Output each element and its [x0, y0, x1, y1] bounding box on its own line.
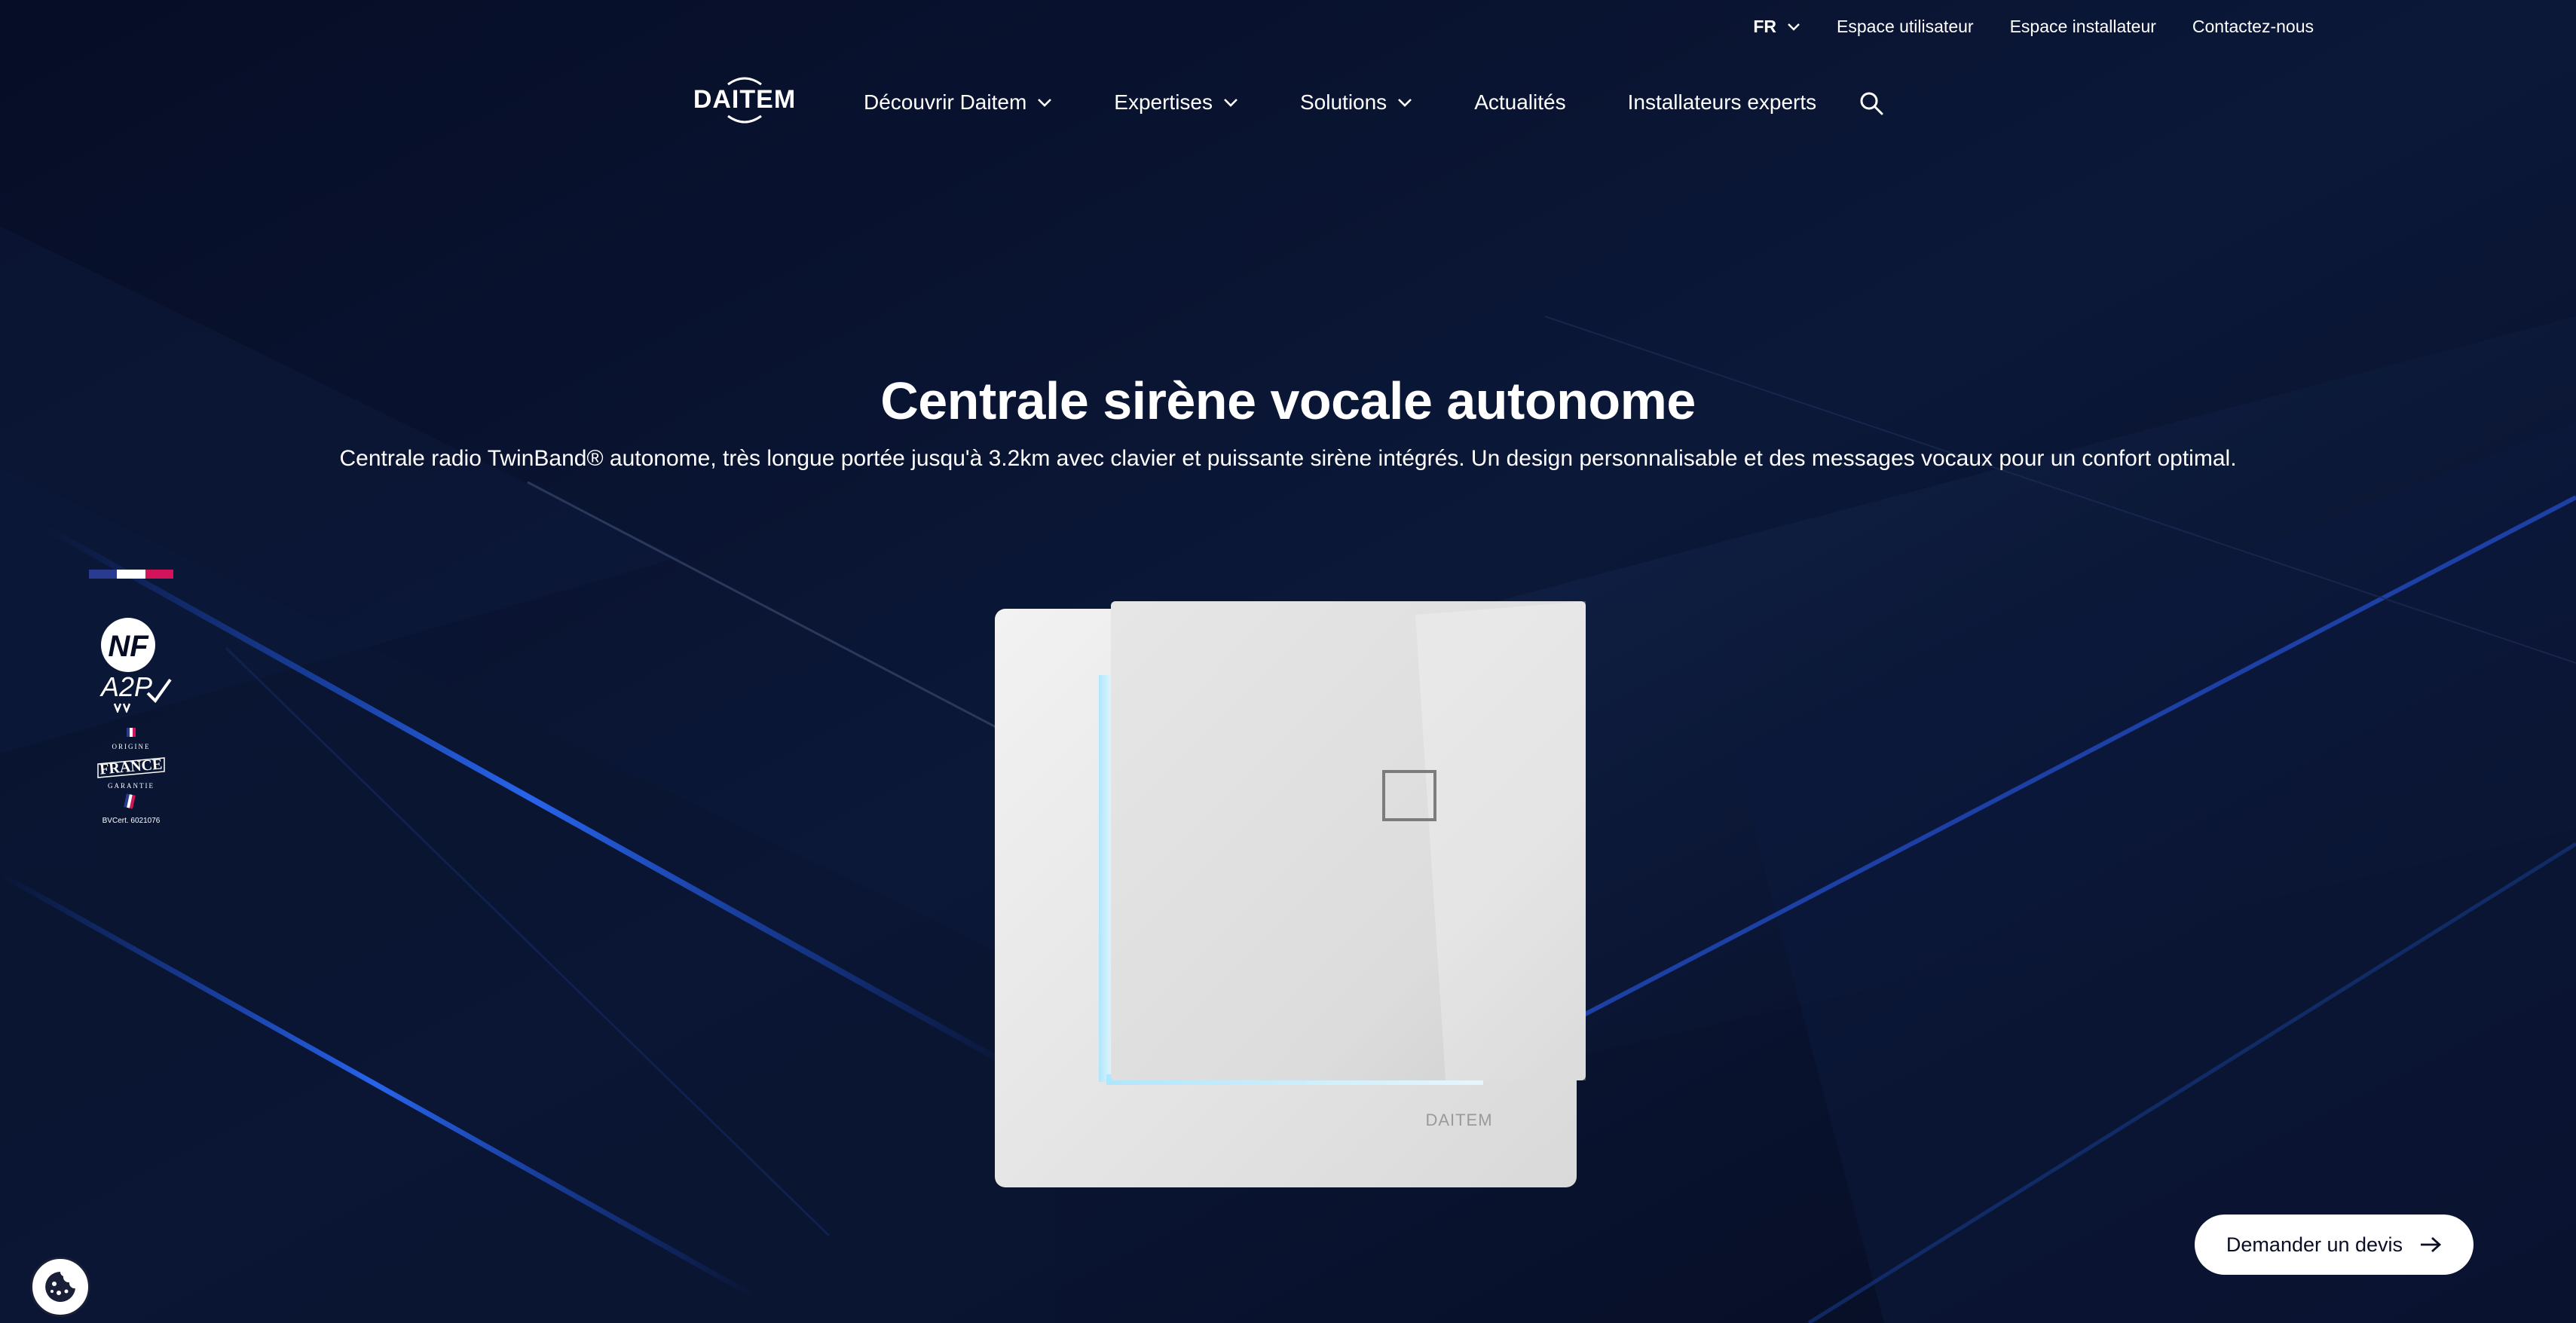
origine-france-garantie-badge: ORIGINE FRANCE GARANTIE BVCert. 6021076 — [95, 728, 167, 829]
nav-item-decouvrir[interactable]: Découvrir Daitem — [864, 90, 1052, 115]
chevron-down-icon — [1788, 23, 1800, 31]
garantie-text: GARANTIE — [108, 782, 154, 790]
user-space-link[interactable]: Espace utilisateur — [1837, 17, 1974, 37]
utility-bar: FR Espace utilisateur Espace installateu… — [1753, 17, 2314, 37]
nav-item-label: Actualités — [1474, 90, 1566, 114]
france-text: FRANCE — [99, 756, 163, 778]
nav-item-expertises[interactable]: Expertises — [1114, 90, 1238, 115]
main-nav: DAITEM Découvrir Daitem Expertises Solut… — [684, 75, 1878, 130]
cookie-icon — [45, 1272, 75, 1302]
cert-text: BVCert. 6021076 — [102, 817, 161, 825]
language-label: FR — [1753, 17, 1777, 36]
search-button[interactable] — [1859, 90, 1884, 116]
french-flag-strip — [89, 570, 173, 579]
nav-item-label: Expertises — [1114, 90, 1213, 114]
chevron-down-icon — [1038, 98, 1052, 107]
origine-text: ORIGINE — [112, 743, 151, 750]
cookie-settings-button[interactable] — [30, 1257, 90, 1317]
nf-text: NF — [108, 630, 149, 663]
request-quote-label: Demander un devis — [2226, 1233, 2403, 1256]
hero-subtitle: Centrale radio TwinBand® autonome, très … — [339, 446, 2237, 471]
nav-item-label: Découvrir Daitem — [864, 90, 1027, 114]
arrow-right-icon — [2421, 1236, 2442, 1253]
nav-item-installateurs[interactable]: Installateurs experts — [1628, 90, 1817, 115]
product-image: DAITEM — [993, 600, 1596, 1195]
nav-item-solutions[interactable]: Solutions — [1300, 90, 1412, 115]
nav-item-label: Solutions — [1300, 90, 1387, 114]
hero-title: Centrale sirène vocale autonome — [880, 371, 1696, 430]
daitem-logo[interactable]: DAITEM — [684, 72, 805, 130]
language-selector[interactable]: FR — [1753, 17, 1800, 37]
nav-item-actualites[interactable]: Actualités — [1474, 90, 1565, 115]
nf-a2p-badge: NF A2P — [87, 615, 175, 714]
search-icon — [1860, 92, 1883, 115]
nav-item-label: Installateurs experts — [1627, 90, 1817, 114]
request-quote-button[interactable]: Demander un devis — [2195, 1215, 2474, 1275]
installer-space-link[interactable]: Espace installateur — [2010, 17, 2156, 37]
logo-text: DAITEM — [693, 85, 796, 114]
a2p-text: A2P — [99, 671, 152, 702]
product-brand-mark: DAITEM — [1425, 1111, 1492, 1129]
chevron-down-icon — [1224, 98, 1238, 107]
contact-link[interactable]: Contactez-nous — [2192, 17, 2314, 37]
chevron-down-icon — [1398, 98, 1412, 107]
